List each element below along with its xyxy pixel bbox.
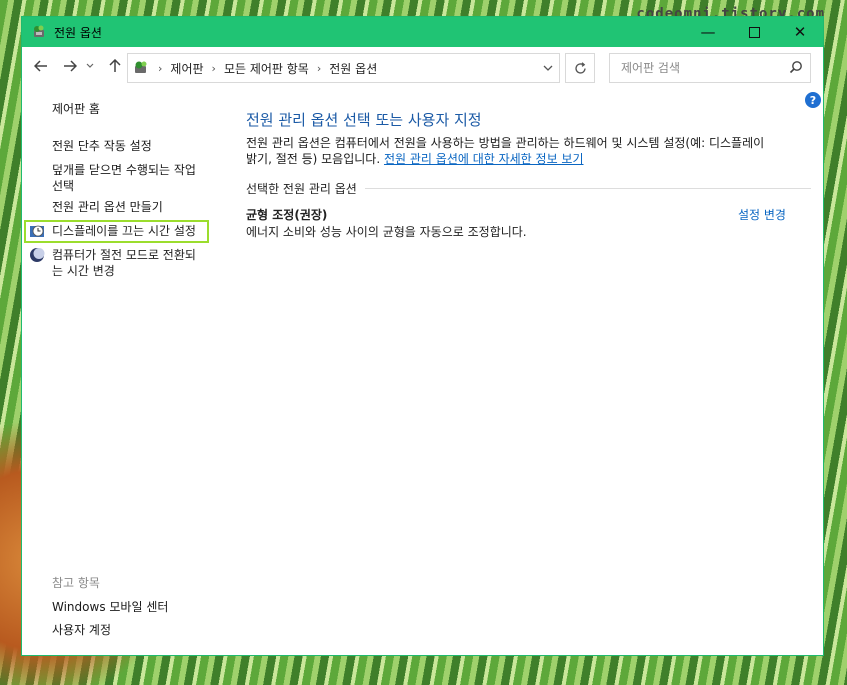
- refresh-icon: [574, 61, 586, 74]
- see-also-heading: 참고 항목: [52, 576, 100, 590]
- arrow-left-icon: [34, 60, 47, 72]
- sidebar-item-label: 덮개를 닫으면 수행되는 작업: [52, 163, 196, 177]
- description-text: 전원 관리 옵션은 컴퓨터에서 전원을 사용하는 방법을 관리하는 하드웨어 및…: [246, 136, 765, 150]
- main-content: 전원 관리 옵션 선택 또는 사용자 지정: [246, 109, 811, 130]
- sidebar-item-label: 컴퓨터가 절전 모드로 전환되: [52, 248, 196, 262]
- search-input[interactable]: [619, 60, 783, 76]
- see-also-user-accounts[interactable]: 사용자 계정: [52, 621, 111, 638]
- moon-icon: [30, 248, 45, 262]
- navigation-bar: › 제어판 › 모든 제어판 항목 › 전원 옵션: [22, 47, 823, 87]
- address-bar[interactable]: › 제어판 › 모든 제어판 항목 › 전원 옵션: [127, 53, 560, 83]
- sidebar-item-create-plan[interactable]: 전원 관리 옵션 만들기: [52, 199, 163, 215]
- breadcrumb-control-panel[interactable]: 제어판: [170, 60, 203, 77]
- minimize-button[interactable]: —: [685, 17, 731, 47]
- refresh-button[interactable]: [565, 53, 595, 83]
- sidebar-item-home[interactable]: 제어판 홈: [52, 101, 100, 117]
- description-text: 밝기, 절전 등) 모음입니다.: [246, 152, 381, 166]
- up-button[interactable]: [104, 55, 126, 77]
- breadcrumb-separator: ›: [158, 61, 163, 75]
- change-plan-settings-link[interactable]: 설정 변경: [738, 206, 786, 223]
- page-description: 전원 관리 옵션은 컴퓨터에서 전원을 사용하는 방법을 관리하는 하드웨어 및…: [246, 135, 811, 167]
- more-info-link[interactable]: 전원 관리 옵션에 대한 자세한 정보 보기: [384, 152, 584, 166]
- window-title: 전원 옵션: [54, 25, 102, 40]
- power-options-window: 전원 옵션 — ✕ › 제어판 › 모든 제어판 항목 › 전원 옵션 제어판 …: [21, 16, 824, 656]
- recent-locations-button[interactable]: [83, 55, 97, 77]
- breadcrumb-power-options[interactable]: 전원 옵션: [329, 60, 377, 77]
- maximize-icon: [748, 26, 760, 38]
- search-icon[interactable]: [789, 60, 803, 74]
- forward-button[interactable]: [59, 55, 81, 77]
- title-bar: 전원 옵션 — ✕: [22, 17, 823, 47]
- arrow-up-icon: [109, 59, 121, 72]
- sidebar-item-label: 디스플레이를 끄는 시간 설정: [52, 224, 196, 238]
- section-divider: [364, 188, 811, 189]
- page-title: 전원 관리 옵션 선택 또는 사용자 지정: [246, 111, 482, 129]
- arrow-right-icon: [64, 60, 77, 72]
- selected-plan-section-header: 선택한 전원 관리 옵션: [246, 180, 811, 197]
- sidebar-item-label: 선택: [52, 179, 75, 193]
- maximize-button[interactable]: [731, 17, 777, 47]
- chevron-down-icon: [543, 65, 553, 71]
- power-options-app-icon: [34, 25, 44, 37]
- breadcrumb-separator: ›: [211, 61, 216, 75]
- sidebar-item-label: 는 시간 변경: [52, 264, 115, 278]
- plan-description: 에너지 소비와 성능 사이의 균형을 자동으로 조정합니다.: [246, 225, 527, 239]
- close-button[interactable]: ✕: [777, 17, 823, 47]
- chevron-down-icon: [86, 63, 94, 68]
- breadcrumb-all-items[interactable]: 모든 제어판 항목: [224, 60, 309, 77]
- plan-name: 균형 조정(권장): [246, 208, 328, 222]
- search-box[interactable]: [609, 53, 811, 83]
- address-dropdown-button[interactable]: [536, 53, 560, 83]
- back-button[interactable]: [30, 55, 52, 77]
- section-label: 선택한 전원 관리 옵션: [246, 182, 357, 196]
- display-clock-icon: [30, 225, 44, 237]
- sidebar-item-lid-close[interactable]: 덮개를 닫으면 수행되는 작업 선택: [52, 162, 196, 194]
- control-panel-icon: [135, 61, 147, 73]
- help-button[interactable]: ?: [805, 92, 821, 108]
- see-also-mobility-center[interactable]: Windows 모바일 센터: [52, 598, 168, 615]
- sidebar-item-power-buttons[interactable]: 전원 단추 작동 설정: [52, 138, 152, 154]
- breadcrumb-separator: ›: [316, 61, 322, 75]
